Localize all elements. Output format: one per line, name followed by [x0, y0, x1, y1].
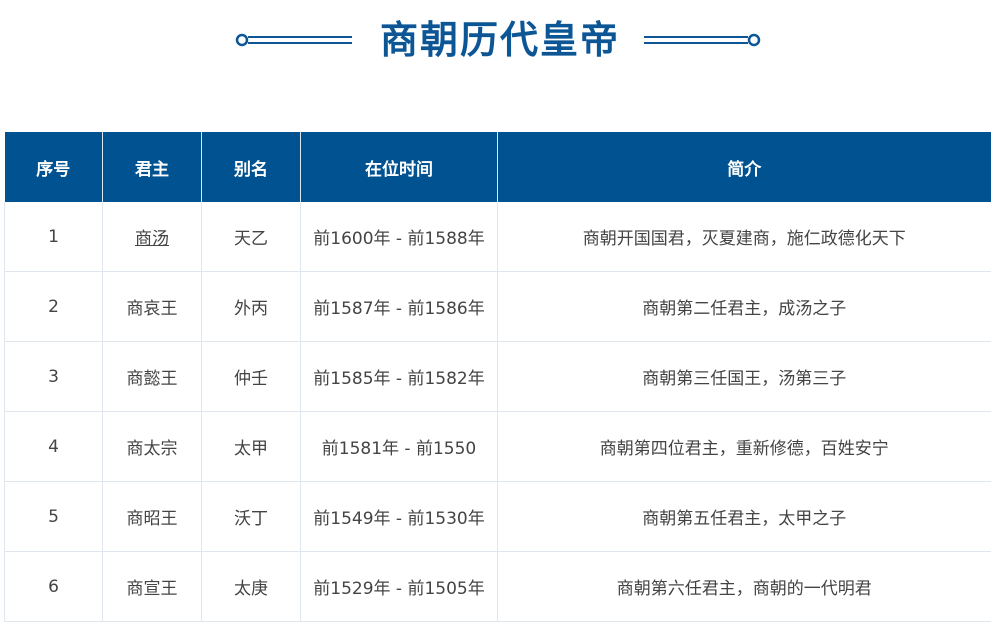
table-row: 2 商哀王 外丙 前1587年 - 前1586年 商朝第二任君主，成汤之子 — [4, 271, 991, 342]
title-decoration-right-icon — [644, 33, 761, 47]
column-header-intro: 简介 — [497, 132, 991, 202]
page: 商朝历代皇帝 序号 君主 别名 在位时间 简介 1 商汤 天乙 前1600年 -… — [0, 0, 1000, 630]
cell-alias: 天乙 — [201, 202, 301, 272]
cell-intro: 商朝开国国君，灭夏建商，施仁政德化天下 — [497, 202, 991, 272]
table-row: 5 商昭王 沃丁 前1549年 - 前1530年 商朝第五任君主，太甲之子 — [4, 481, 991, 552]
cell-index: 1 — [4, 202, 103, 272]
cell-reign: 前1585年 - 前1582年 — [300, 341, 498, 412]
cell-index: 3 — [4, 341, 103, 412]
table-row: 6 商宣王 太庚 前1529年 - 前1505年 商朝第六任君主，商朝的一代明君 — [4, 551, 991, 622]
header-row: 序号 君主 别名 在位时间 简介 — [4, 132, 991, 202]
table-row: 1 商汤 天乙 前1600年 - 前1588年 商朝开国国君，灭夏建商，施仁政德… — [4, 202, 991, 272]
cell-monarch: 商昭王 — [102, 481, 202, 552]
cell-alias: 太甲 — [201, 411, 301, 482]
table-body: 1 商汤 天乙 前1600年 - 前1588年 商朝开国国君，灭夏建商，施仁政德… — [4, 202, 991, 622]
header: 商朝历代皇帝 — [0, 0, 1000, 80]
cell-intro: 商朝第二任君主，成汤之子 — [497, 271, 991, 342]
cell-reign: 前1549年 - 前1530年 — [300, 481, 498, 552]
table-row: 3 商懿王 仲壬 前1585年 - 前1582年 商朝第三任国王，汤第三子 — [4, 341, 991, 412]
cell-monarch[interactable]: 商汤 — [102, 202, 202, 272]
table-header: 序号 君主 别名 在位时间 简介 — [4, 132, 991, 202]
cell-monarch: 商宣王 — [102, 551, 202, 622]
cell-monarch: 商哀王 — [102, 271, 202, 342]
column-header-index: 序号 — [4, 132, 103, 202]
cell-reign: 前1581年 - 前1550 — [300, 411, 498, 482]
cell-reign: 前1587年 - 前1586年 — [300, 271, 498, 342]
page-title: 商朝历代皇帝 — [379, 18, 620, 62]
column-header-reign: 在位时间 — [300, 132, 498, 202]
table-row: 4 商太宗 太甲 前1581年 - 前1550 商朝第四位君主，重新修德，百姓安… — [4, 411, 991, 482]
monarch-link[interactable]: 商汤 — [135, 229, 169, 249]
cell-index: 2 — [4, 271, 103, 342]
cell-intro: 商朝第五任君主，太甲之子 — [497, 481, 991, 552]
cell-alias: 沃丁 — [201, 481, 301, 552]
cell-alias: 外丙 — [201, 271, 301, 342]
cell-alias: 仲壬 — [201, 341, 301, 412]
column-header-monarch: 君主 — [102, 132, 202, 202]
cell-intro: 商朝第四位君主，重新修德，百姓安宁 — [497, 411, 991, 482]
column-header-alias: 别名 — [201, 132, 301, 202]
cell-index: 6 — [4, 551, 103, 622]
cell-intro: 商朝第三任国王，汤第三子 — [497, 341, 991, 412]
cell-index: 5 — [4, 481, 103, 552]
cell-alias: 太庚 — [201, 551, 301, 622]
cell-monarch: 商懿王 — [102, 341, 202, 412]
emperor-table: 序号 君主 别名 在位时间 简介 1 商汤 天乙 前1600年 - 前1588年… — [4, 132, 991, 622]
cell-monarch: 商太宗 — [102, 411, 202, 482]
cell-intro: 商朝第六任君主，商朝的一代明君 — [497, 551, 991, 622]
cell-reign: 前1600年 - 前1588年 — [300, 202, 498, 272]
cell-index: 4 — [4, 411, 103, 482]
cell-reign: 前1529年 - 前1505年 — [300, 551, 498, 622]
